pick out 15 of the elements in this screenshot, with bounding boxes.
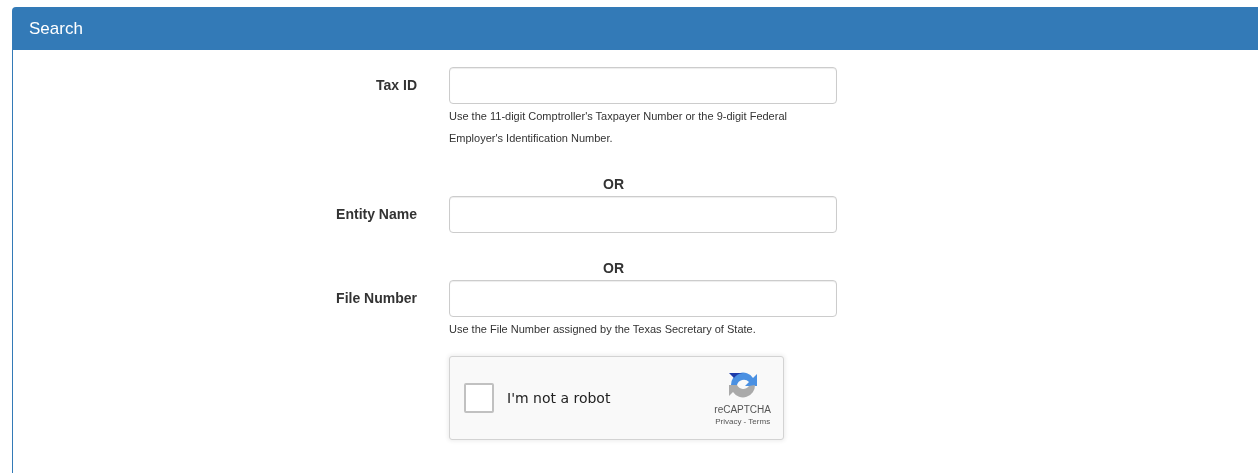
or-separator: OR — [603, 259, 624, 278]
panel-header: Search — [13, 8, 1258, 50]
field-label: File Number — [335, 289, 417, 308]
input-field[interactable] — [449, 196, 837, 233]
help-text: Use the File Number assigned by the Texas Secretary of State. — [449, 322, 757, 337]
captcha-brand: reCAPTCHA — [714, 404, 771, 416]
privacy-terms-links[interactable]: Privacy - Terms — [715, 416, 771, 428]
input-field[interactable] — [449, 67, 837, 104]
captcha-label: I'm not a robot — [507, 388, 611, 408]
or-separator: OR — [603, 175, 624, 194]
help-text: Use the 11-digit Comptroller's Taxpayer Number or the 9-digit Federal Employer's Identification Number. — [449, 109, 788, 146]
field-label: Tax ID — [375, 76, 417, 95]
captcha-checkbox[interactable] — [464, 383, 494, 413]
field-label: Entity Name — [335, 205, 417, 224]
input-field[interactable] — [449, 280, 837, 317]
